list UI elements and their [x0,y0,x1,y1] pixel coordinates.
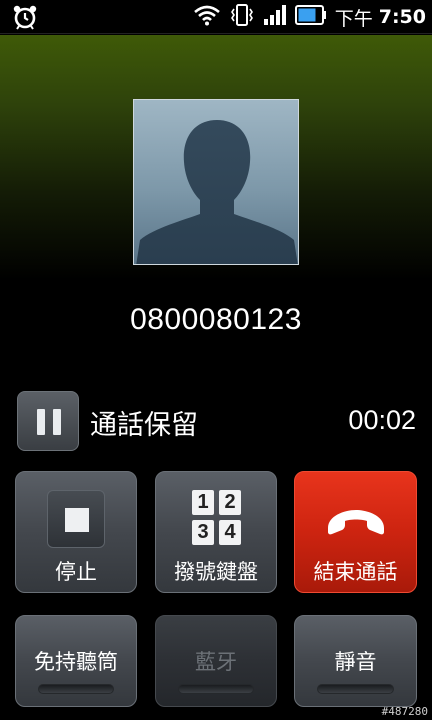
end-call-label: 結束通話 [313,560,398,584]
caller-number: 0800080123 [130,303,302,336]
keypad-icon: 1 2 3 4 [192,490,242,546]
person-silhouette-icon [136,120,298,264]
hang-up-icon [328,510,384,535]
wifi-icon [193,4,221,30]
keypad-key: 4 [219,520,241,545]
bluetooth-label: 藍牙 [195,650,237,674]
stop-label: 停止 [55,560,97,584]
keypad-button[interactable]: 1 2 3 4 撥號鍵盤 [155,471,277,593]
hold-label: 通話保留 [90,410,198,441]
mute-indicator [317,684,394,694]
vibrate-icon [229,3,255,31]
call-duration: 00:02 [348,405,416,435]
speaker-label: 免持聽筒 [34,650,118,674]
hold-row: 通話保留 00:02 [0,385,432,455]
status-clock: 下午 7:50 [335,4,426,31]
alarm-icon [12,4,38,30]
hold-button[interactable] [17,391,79,451]
speaker-indicator [38,684,114,694]
contact-photo-placeholder [133,99,299,265]
speaker-button[interactable]: 免持聽筒 [15,615,137,707]
status-bar: 下午 7:50 [0,0,432,34]
mute-label: 靜音 [334,650,377,674]
bluetooth-button[interactable]: 藍牙 [155,615,277,707]
battery-icon [294,4,327,30]
signal-icon [263,4,287,30]
caller-info: 0800080123 [0,35,432,385]
keypad-key: 2 [219,490,241,515]
keypad-key: 1 [192,490,214,515]
status-time: 7:50 [378,6,426,28]
mute-button[interactable]: 靜音 [294,615,417,707]
stop-icon [47,490,105,548]
keypad-key: 3 [192,520,214,545]
status-ampm: 下午 [334,7,373,30]
keypad-label: 撥號鍵盤 [174,560,258,584]
stop-button[interactable]: 停止 [15,471,137,593]
watermark: #487280 [381,705,428,718]
end-call-button[interactable]: 結束通話 [294,471,417,593]
bluetooth-indicator [178,684,254,694]
